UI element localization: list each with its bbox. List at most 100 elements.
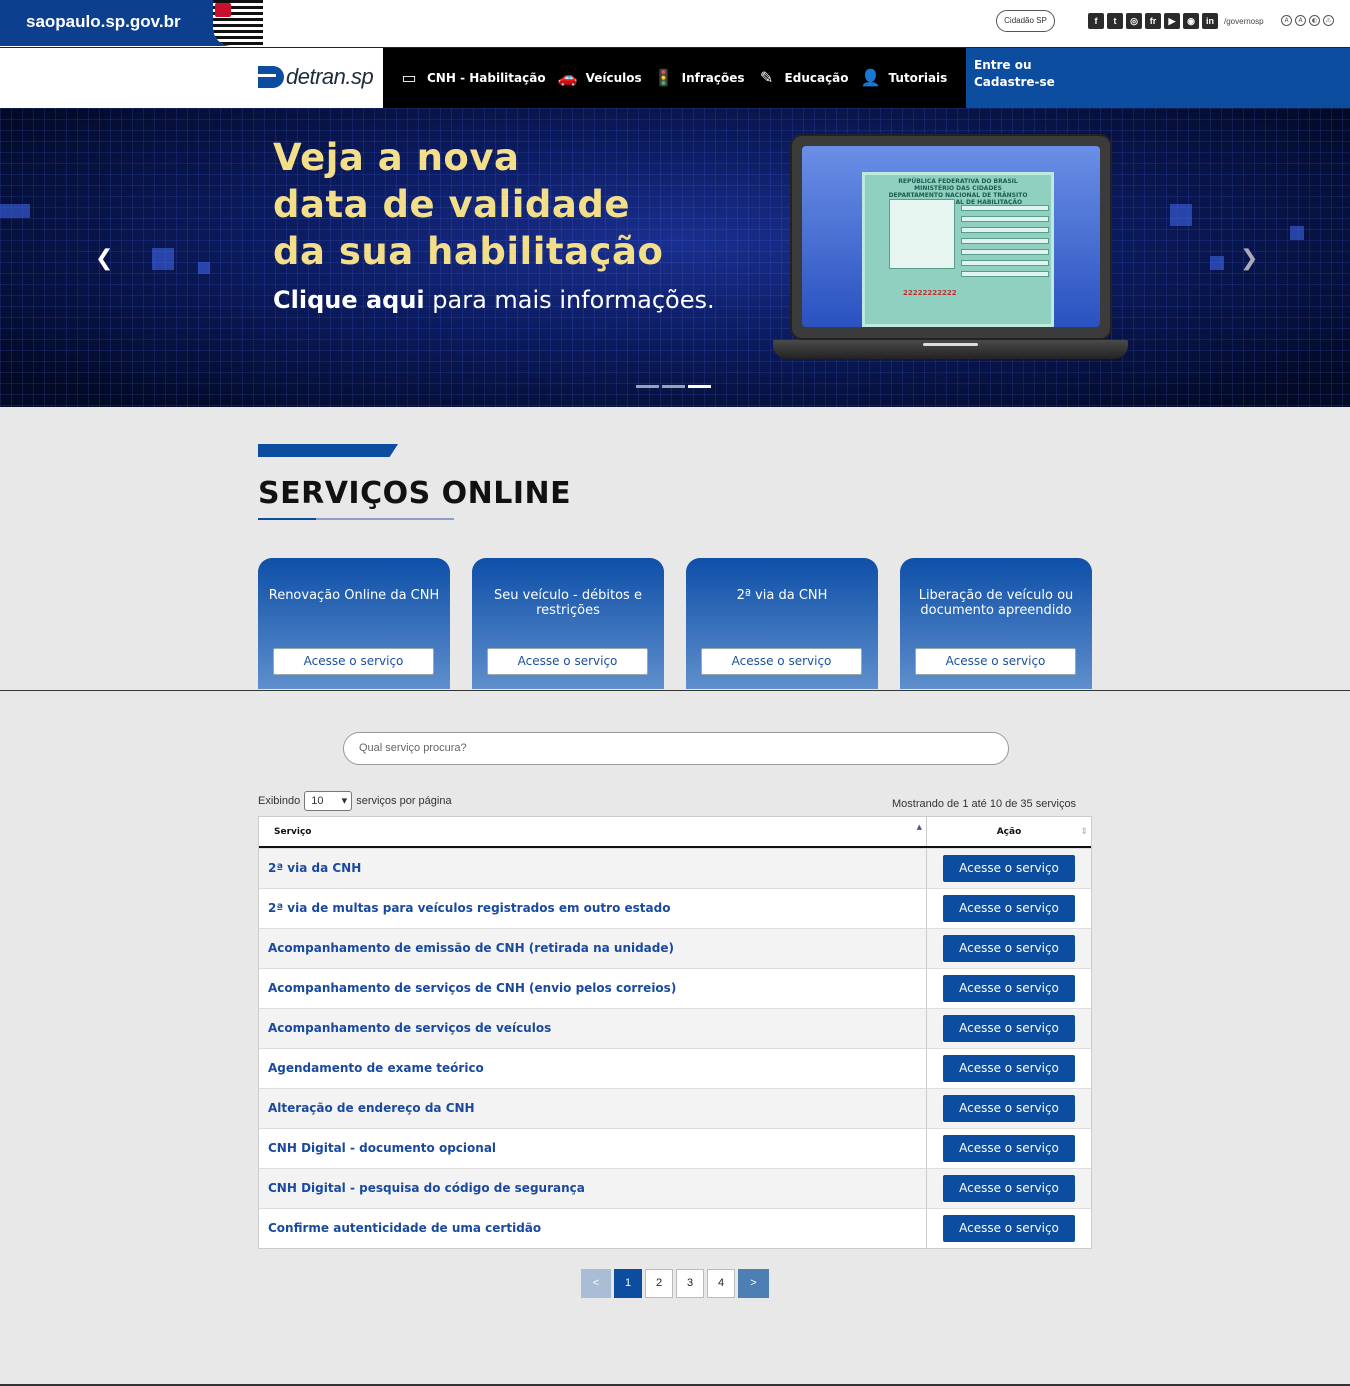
- issuu-icon[interactable]: ◉: [1183, 13, 1199, 29]
- page-size-prefix: Exibindo: [258, 795, 301, 807]
- pagination-next[interactable]: >: [738, 1269, 769, 1298]
- action-cell: Acesse o serviço: [927, 849, 1091, 888]
- service-name-link[interactable]: Acompanhamento de serviços de veículos: [259, 1009, 927, 1048]
- access-service-button[interactable]: Acesse o serviço: [943, 895, 1075, 922]
- gov-top-bar: saopaulo.sp.gov.br Cidadão SP f t ◎ fr ▶…: [0, 0, 1350, 47]
- access-service-button[interactable]: Acesse o serviço: [943, 935, 1075, 962]
- service-card-title: Seu veículo - débitos e restrições: [494, 588, 642, 618]
- nav-item-cnh[interactable]: ▭ CNH - Habilitação: [399, 69, 545, 87]
- access-service-button[interactable]: Acesse o serviço: [943, 1055, 1075, 1082]
- service-card-title: Liberação de veículo ou documento apreen…: [918, 588, 1074, 618]
- service-card-title: 2ª via da CNH: [736, 588, 828, 603]
- banner-line-1: Veja a nova: [273, 136, 520, 179]
- twitter-icon[interactable]: t: [1107, 13, 1123, 29]
- service-card-button[interactable]: Acesse o serviço: [701, 648, 862, 675]
- action-cell: Acesse o serviço: [927, 1129, 1091, 1168]
- access-service-button[interactable]: Acesse o serviço: [943, 1095, 1075, 1122]
- carousel-dot-1[interactable]: [636, 385, 659, 388]
- service-name-link[interactable]: Alteração de endereço da CNH: [259, 1089, 927, 1128]
- nav-item-tutoriais[interactable]: 👤 Tutoriais: [861, 69, 948, 87]
- facebook-icon[interactable]: f: [1088, 13, 1104, 29]
- banner-cta[interactable]: Clique aqui para mais informações.: [273, 286, 715, 314]
- nav-item-label: Veículos: [585, 71, 642, 85]
- service-name-link[interactable]: Confirme autenticidade de uma certidão: [259, 1209, 927, 1248]
- linkedin-icon[interactable]: in: [1202, 13, 1218, 29]
- nav-menu: ▭ CNH - Habilitação 🚗 Veículos 🚦 Infraçõ…: [383, 48, 966, 108]
- accessibility-tools: A A ◐ ⚠: [1281, 15, 1334, 26]
- youtube-icon[interactable]: ▶: [1164, 13, 1180, 29]
- pagination-page-2[interactable]: 2: [645, 1269, 673, 1298]
- table-row: Acompanhamento de emissão de CNH (retira…: [259, 928, 1091, 968]
- banner-headline: Veja a nova data de validade da sua habi…: [273, 134, 663, 275]
- service-name-link[interactable]: CNH Digital - documento opcional: [259, 1129, 927, 1168]
- table-header: Serviço Ação: [259, 812, 1091, 848]
- nav-item-educacao[interactable]: ✎ Educação: [757, 69, 849, 87]
- pagination-page-1[interactable]: 1: [614, 1269, 642, 1298]
- access-service-button[interactable]: Acesse o serviço: [943, 1015, 1075, 1042]
- login-link[interactable]: Entre ou Cadastre-se: [966, 48, 1350, 108]
- column-header-service[interactable]: Serviço: [259, 812, 927, 846]
- service-name-link[interactable]: 2ª via de multas para veículos registrad…: [259, 889, 927, 928]
- instagram-icon[interactable]: ◎: [1126, 13, 1142, 29]
- teacher-icon: 👤: [860, 68, 881, 87]
- pagination-prev[interactable]: <: [581, 1269, 611, 1298]
- page-size-control: Exibindo 10 serviços por página: [258, 791, 452, 811]
- font-decrease-icon[interactable]: A: [1295, 15, 1306, 26]
- banner-prev-icon[interactable]: ❮: [95, 246, 113, 271]
- service-card-button[interactable]: Acesse o serviço: [273, 648, 434, 675]
- cnh-card-header-1: REPÚBLICA FEDERATIVA DO BRASIL: [898, 178, 1018, 185]
- gov-handle: /governosp: [1224, 17, 1264, 26]
- banner-cta-bold: Clique aqui: [273, 286, 425, 314]
- login-line-1: Entre ou: [974, 58, 1032, 72]
- table-row: CNH Digital - pesquisa do código de segu…: [259, 1168, 1091, 1208]
- pagination-page-3[interactable]: 3: [676, 1269, 704, 1298]
- gov-site-label: saopaulo.sp.gov.br: [26, 12, 181, 31]
- alert-icon[interactable]: ⚠: [1323, 15, 1334, 26]
- service-name-link[interactable]: Acompanhamento de serviços de CNH (envio…: [259, 969, 927, 1008]
- action-cell: Acesse o serviço: [927, 969, 1091, 1008]
- detran-logo[interactable]: detran.sp: [258, 64, 374, 90]
- cnh-card-header-3: DEPARTAMENTO NACIONAL DE TRÂNSITO: [888, 192, 1028, 199]
- pencil-icon: ✎: [759, 68, 774, 87]
- access-service-button[interactable]: Acesse o serviço: [943, 1215, 1075, 1242]
- page-size-select[interactable]: 10: [304, 791, 353, 811]
- action-cell: Acesse o serviço: [927, 929, 1091, 968]
- cnh-card-header-2: MINISTÉRIO DAS CIDADES: [914, 185, 1002, 192]
- carousel-dot-3[interactable]: [688, 385, 711, 388]
- service-name-link[interactable]: Acompanhamento de emissão de CNH (retira…: [259, 929, 927, 968]
- banner-line-2: data de validade: [273, 183, 630, 226]
- service-search-input[interactable]: Qual serviço procura?: [343, 732, 1009, 765]
- column-header-action[interactable]: Ação: [927, 817, 1091, 848]
- pagination: < 1 2 3 4 >: [581, 1269, 769, 1298]
- access-service-button[interactable]: Acesse o serviço: [943, 1175, 1075, 1202]
- service-name-link[interactable]: 2ª via da CNH: [259, 849, 927, 888]
- banner-next-icon[interactable]: ❯: [1240, 246, 1258, 271]
- page-size-suffix: serviços por página: [356, 795, 452, 807]
- access-service-button[interactable]: Acesse o serviço: [943, 975, 1075, 1002]
- service-card-button[interactable]: Acesse o serviço: [487, 648, 648, 675]
- flickr-icon[interactable]: fr: [1145, 13, 1161, 29]
- carousel-indicators: [636, 385, 711, 388]
- table-row: Acompanhamento de serviços de veículos Ac…: [259, 1008, 1091, 1048]
- service-card-title: Renovação Online da CNH: [268, 588, 440, 603]
- action-cell: Acesse o serviço: [927, 1209, 1091, 1248]
- service-card: 2ª via da CNH Acesse o serviço: [686, 558, 878, 689]
- carousel-dot-2[interactable]: [662, 385, 685, 388]
- service-card-button[interactable]: Acesse o serviço: [915, 648, 1076, 675]
- nav-item-veiculos[interactable]: 🚗 Veículos: [558, 69, 642, 87]
- cnh-card-number: 22222222222: [903, 289, 957, 297]
- nav-item-infracoes[interactable]: 🚦 Infrações: [654, 69, 745, 87]
- action-cell: Acesse o serviço: [927, 889, 1091, 928]
- service-name-link[interactable]: CNH Digital - pesquisa do código de segu…: [259, 1169, 927, 1208]
- table-row: Agendamento de exame teórico Acesse o ser…: [259, 1048, 1091, 1088]
- font-increase-icon[interactable]: A: [1281, 15, 1292, 26]
- access-service-button[interactable]: Acesse o serviço: [943, 1135, 1075, 1162]
- pagination-page-4[interactable]: 4: [707, 1269, 735, 1298]
- service-card: Seu veículo - débitos e restrições Acess…: [472, 558, 664, 689]
- access-service-button[interactable]: Acesse o serviço: [943, 855, 1075, 882]
- cidadao-sp-button[interactable]: Cidadão SP: [996, 10, 1055, 32]
- contrast-icon[interactable]: ◐: [1309, 15, 1320, 26]
- hero-banner[interactable]: Veja a nova data de validade da sua habi…: [0, 108, 1350, 407]
- service-name-link[interactable]: Agendamento de exame teórico: [259, 1049, 927, 1088]
- banner-grid-pattern: [0, 108, 1350, 407]
